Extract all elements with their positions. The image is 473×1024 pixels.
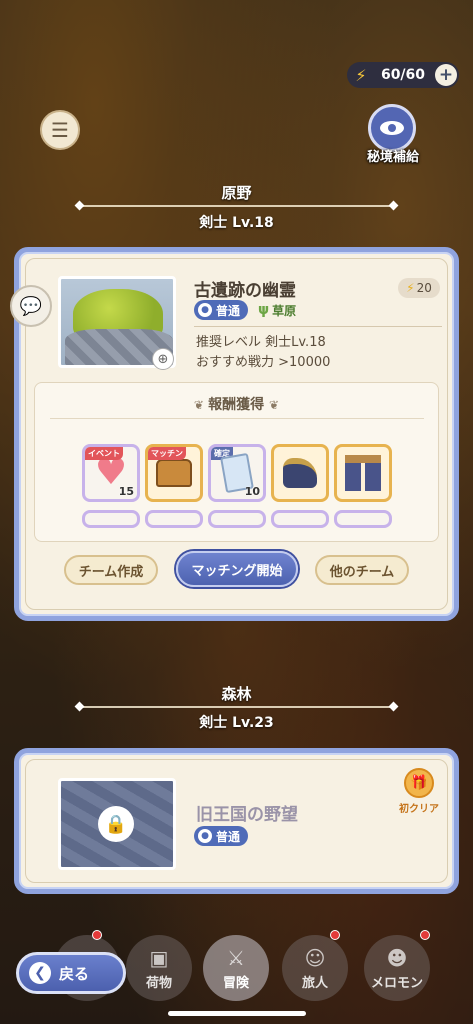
- recommended-power: おすすめ戦力 >10000: [196, 355, 331, 370]
- nav-inventory[interactable]: ▣ 荷物: [126, 935, 192, 1001]
- reward-item[interactable]: イベント ♥ 15: [82, 444, 140, 502]
- lightning-icon: ⚡: [355, 65, 367, 85]
- secret-supply-button[interactable]: [368, 104, 416, 152]
- area-title: 森林: [221, 685, 252, 703]
- chest-icon: [156, 459, 192, 487]
- chat-button[interactable]: 💬: [10, 285, 52, 327]
- bag-icon: ▣: [149, 946, 169, 970]
- notification-dot: [92, 930, 102, 940]
- list-menu-button[interactable]: ☰: [40, 110, 80, 150]
- reward-item[interactable]: [208, 510, 266, 528]
- difficulty-badge: ● 普通: [194, 300, 249, 320]
- area-level: 剣士 Lv.18: [199, 215, 274, 231]
- start-matching-button[interactable]: マッチング開始: [176, 551, 298, 587]
- reward-item[interactable]: マッチン: [145, 444, 203, 502]
- terrain-badge: ψ 草原: [258, 302, 297, 318]
- area-level: 剣士 Lv.23: [199, 715, 274, 731]
- chat-icon: 💬: [19, 295, 43, 317]
- energy-counter: ⚡ 60/60 +: [347, 62, 459, 88]
- reward-item[interactable]: [334, 444, 392, 502]
- armor-icon: [345, 455, 381, 491]
- stage-name: 古遺跡の幽霊: [194, 281, 296, 301]
- grass-icon: ψ: [258, 302, 270, 318]
- chevron-left-icon: ❮: [29, 962, 51, 984]
- creature-icon: ☻: [386, 946, 408, 970]
- add-energy-button[interactable]: +: [435, 64, 457, 86]
- notification-dot: [420, 930, 430, 940]
- lock-icon: 🔒: [98, 806, 134, 842]
- rewards-title: ❦ 報酬獲得 ❦: [193, 397, 280, 413]
- create-team-button[interactable]: チーム作成: [64, 555, 158, 585]
- reward-item[interactable]: 確定 10: [208, 444, 266, 502]
- nav-travelers[interactable]: ☺ 旅人: [282, 935, 348, 1001]
- area-title: 原野: [221, 184, 252, 202]
- zoom-icon[interactable]: ⊕: [152, 348, 174, 370]
- stamina-cost-badge: ⚡ 20: [398, 278, 440, 298]
- list-icon: ☰: [51, 118, 69, 142]
- nav-adventure[interactable]: ⚔ 冒険: [203, 935, 269, 1001]
- boots-icon: [283, 458, 317, 488]
- eye-icon: [380, 121, 404, 135]
- ornament-icon: ❦: [193, 398, 209, 412]
- person-icon: ☺: [304, 946, 326, 970]
- reward-item[interactable]: [82, 510, 140, 528]
- back-button[interactable]: ❮ 戻る: [16, 952, 126, 994]
- difficulty-badge: ● 普通: [194, 826, 249, 846]
- reward-item[interactable]: [334, 510, 392, 528]
- stage-name: 旧王国の野望: [196, 805, 298, 825]
- paw-icon: ●: [198, 303, 212, 317]
- reward-item[interactable]: [271, 444, 329, 502]
- energy-value: 60/60: [380, 67, 426, 83]
- recommended-level: 推奨レベル 剣士Lv.18: [196, 335, 326, 350]
- nav-meromon[interactable]: ☻ メロモン: [364, 935, 430, 1001]
- paw-icon: ●: [198, 829, 212, 843]
- first-clear-badge: 🎁 初クリア: [396, 768, 442, 815]
- other-team-button[interactable]: 他のチーム: [315, 555, 409, 585]
- swords-icon: ⚔: [227, 946, 245, 970]
- reward-item[interactable]: [145, 510, 203, 528]
- area-divider: [80, 706, 393, 708]
- home-indicator: [168, 1011, 306, 1016]
- lightning-icon: ⚡: [406, 281, 415, 295]
- notification-dot: [330, 930, 340, 940]
- area-divider: [80, 205, 393, 207]
- reward-item[interactable]: [271, 510, 329, 528]
- secret-supply-label: 秘境補給: [366, 150, 419, 165]
- ornament-icon: ❦: [269, 398, 280, 412]
- gift-icon: 🎁: [404, 768, 434, 798]
